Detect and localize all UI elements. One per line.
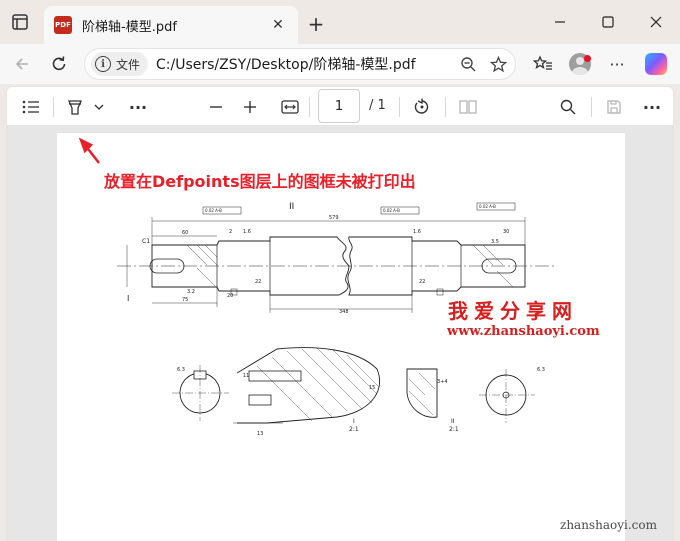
address-bar[interactable]: i 文件 C:/Users/ZSY/Desktop/阶梯轴-模型.pdf bbox=[84, 48, 516, 80]
back-button[interactable] bbox=[10, 51, 36, 77]
address-bar-row: i 文件 C:/Users/ZSY/Desktop/阶梯轴-模型.pdf ··· bbox=[0, 44, 680, 84]
section-view-left bbox=[172, 365, 229, 421]
chevron-down-icon[interactable] bbox=[91, 93, 107, 121]
detail-ii-label: II bbox=[289, 202, 294, 212]
site-info-chip[interactable]: i 文件 bbox=[91, 52, 149, 76]
zoom-out-button[interactable] bbox=[203, 93, 229, 121]
dim-6-3-right: 6.3 bbox=[537, 367, 545, 373]
dim-c1: C1 bbox=[142, 238, 150, 245]
toolbar-divider bbox=[591, 97, 592, 117]
tab-actions-menu-icon[interactable] bbox=[10, 12, 30, 32]
scale-label-i: I bbox=[353, 418, 355, 425]
dim-1-6-right: 1.6 bbox=[413, 229, 421, 235]
rotate-icon[interactable] bbox=[409, 93, 435, 121]
detail-ii-view bbox=[406, 368, 438, 418]
tolerance-c: 0.02 A-B bbox=[479, 204, 496, 209]
detail-i-label: I bbox=[127, 294, 129, 303]
dim-3-5: 3.5 bbox=[491, 239, 499, 245]
contents-icon[interactable] bbox=[17, 93, 45, 121]
pdf-file-icon: PDF bbox=[54, 16, 72, 34]
dim-22-right: 22 bbox=[419, 279, 425, 285]
scale-label-ii: II bbox=[451, 418, 455, 425]
fit-width-icon[interactable] bbox=[277, 93, 303, 121]
page-number-input[interactable]: 1 bbox=[318, 89, 360, 123]
toolbar-divider bbox=[445, 97, 446, 117]
favorite-star-icon[interactable] bbox=[485, 51, 511, 77]
search-icon[interactable] bbox=[555, 93, 581, 121]
copilot-button[interactable] bbox=[643, 51, 669, 77]
tab-title: 阶梯轴-模型.pdf bbox=[82, 19, 177, 35]
zoom-out-icon[interactable] bbox=[455, 51, 481, 77]
refresh-button[interactable] bbox=[46, 51, 72, 77]
toolbar-divider bbox=[309, 97, 310, 117]
toolbar-divider bbox=[399, 97, 400, 117]
copilot-icon bbox=[645, 53, 667, 75]
dim-3-plus-4: 3+4 bbox=[437, 379, 448, 385]
dim-60: 60 bbox=[182, 230, 188, 236]
dim-2: 2 bbox=[229, 229, 232, 235]
dim-20: 20 bbox=[227, 293, 233, 299]
dim-mid-length: 348 bbox=[339, 309, 349, 315]
site-chip-label: 文件 bbox=[116, 57, 141, 72]
more-tools-icon[interactable]: ··· bbox=[125, 93, 151, 121]
scale-label-ii-ratio: 2:1 bbox=[449, 426, 459, 433]
watermark-url: www.zhanshaoyi.com bbox=[447, 324, 600, 339]
favorites-icon[interactable] bbox=[530, 51, 556, 77]
scale-label-i-ratio: 2:1 bbox=[349, 426, 359, 433]
dim-1-6-left: 1.6 bbox=[243, 229, 251, 235]
save-icon[interactable] bbox=[601, 93, 627, 121]
close-tab-icon[interactable]: ✕ bbox=[266, 13, 290, 37]
detail-i-view bbox=[233, 347, 381, 424]
watermark-corner: zhanshaoyi.com bbox=[560, 518, 657, 532]
close-window-icon[interactable] bbox=[644, 10, 668, 34]
section-view-right bbox=[479, 369, 535, 423]
profile-avatar[interactable] bbox=[567, 51, 593, 77]
url-text[interactable]: C:/Users/ZSY/Desktop/阶梯轴-模型.pdf bbox=[156, 54, 455, 74]
zoom-in-button[interactable] bbox=[237, 93, 263, 121]
minimize-icon[interactable] bbox=[548, 10, 572, 34]
browser-tab[interactable]: PDF 阶梯轴-模型.pdf ✕ bbox=[44, 6, 298, 44]
annotation-note: 放置在Defpoints图层上的图框未被打印出 bbox=[104, 172, 416, 191]
shaft-main-view bbox=[117, 236, 557, 296]
highlight-icon[interactable] bbox=[63, 93, 87, 121]
page-view-icon[interactable] bbox=[455, 93, 481, 121]
dim-3-2: 3.2 bbox=[187, 289, 195, 295]
page-total: / 1 bbox=[369, 98, 386, 113]
watermark-cn: 我爱分享网 bbox=[448, 299, 578, 323]
dim-total-length: 579 bbox=[329, 215, 339, 221]
dim-75: 75 bbox=[182, 297, 188, 303]
new-tab-button[interactable]: + bbox=[304, 12, 328, 36]
dim-6-3-left: 6.3 bbox=[177, 367, 185, 373]
more-options-button[interactable]: ··· bbox=[604, 51, 630, 77]
tolerance-b: 0.02 A-B bbox=[383, 208, 400, 213]
pdf-toolbar: ··· 1 / 1 ··· bbox=[6, 86, 674, 126]
toolbar-divider bbox=[53, 97, 54, 117]
dim-30: 30 bbox=[503, 229, 509, 235]
notification-dot bbox=[584, 55, 591, 62]
dim-22-left: 22 bbox=[255, 279, 261, 285]
dim-15: 15 bbox=[369, 385, 375, 391]
info-icon: i bbox=[95, 56, 111, 72]
dim-11: 11 bbox=[243, 373, 249, 379]
title-bar: PDF 阶梯轴-模型.pdf ✕ + bbox=[0, 0, 680, 44]
tolerance-a: 0.02 A-B bbox=[205, 208, 222, 213]
red-arrow-icon bbox=[78, 137, 100, 164]
maximize-icon[interactable] bbox=[596, 10, 620, 34]
dim-13: 13 bbox=[257, 431, 263, 437]
more-actions-icon[interactable]: ··· bbox=[639, 93, 665, 121]
